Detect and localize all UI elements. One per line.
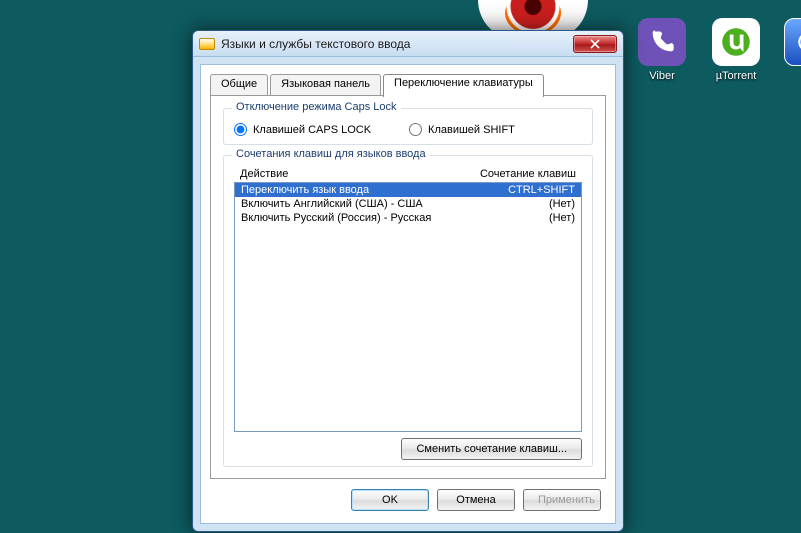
titlebar[interactable]: Языки и службы текстового ввода bbox=[193, 31, 623, 57]
text-services-dialog: Языки и службы текстового ввода Общие Яз… bbox=[192, 30, 624, 532]
tab-strip: Общие Языковая панель Переключение клави… bbox=[210, 74, 606, 96]
apply-button[interactable]: Применить bbox=[523, 489, 601, 511]
utorrent-icon bbox=[712, 18, 760, 66]
hotkey-action: Включить Русский (Россия) - Русская bbox=[241, 212, 549, 224]
radio-shift[interactable]: Клавишей SHIFT bbox=[409, 123, 515, 136]
radio-shift-input[interactable] bbox=[409, 123, 422, 136]
daemon-icon bbox=[784, 18, 801, 66]
tab-language-bar[interactable]: Языковая панель bbox=[270, 74, 381, 96]
desktop-icon-viber[interactable]: Viber bbox=[632, 18, 692, 82]
radio-shift-label: Клавишей SHIFT bbox=[428, 124, 515, 136]
hotkey-action: Переключить язык ввода bbox=[241, 184, 508, 196]
hotkey-combo: (Нет) bbox=[549, 212, 575, 224]
hotkey-row[interactable]: Переключить язык ввода CTRL+SHIFT bbox=[235, 183, 581, 197]
capslock-group: Отключение режима Caps Lock Клавишей CAP… bbox=[223, 108, 593, 145]
hotkey-action: Включить Английский (США) - США bbox=[241, 198, 549, 210]
desktop-icon-label: µTorrent bbox=[706, 70, 766, 82]
viber-icon bbox=[638, 18, 686, 66]
hotkeys-header: Действие Сочетание клавиш bbox=[234, 166, 582, 182]
radio-capslock-label: Клавишей CAPS LOCK bbox=[253, 124, 371, 136]
hotkey-combo: CTRL+SHIFT bbox=[508, 184, 575, 196]
hotkey-row[interactable]: Включить Английский (США) - США (Нет) bbox=[235, 197, 581, 211]
hotkey-row[interactable]: Включить Русский (Россия) - Русская (Нет… bbox=[235, 211, 581, 225]
desktop-icon-label: Viber bbox=[632, 70, 692, 82]
hotkey-combo: (Нет) bbox=[549, 198, 575, 210]
app-icon bbox=[199, 38, 215, 50]
desktop-icon-label: DT bbox=[778, 70, 801, 94]
hotkeys-list[interactable]: Переключить язык ввода CTRL+SHIFT Включи… bbox=[234, 182, 582, 432]
tab-pane-keyboard: Отключение режима Caps Lock Клавишей CAP… bbox=[210, 95, 606, 479]
ok-button[interactable]: OK bbox=[351, 489, 429, 511]
tab-keyboard-switching[interactable]: Переключение клавиатуры bbox=[383, 74, 544, 97]
tab-general[interactable]: Общие bbox=[210, 74, 268, 96]
radio-capslock[interactable]: Клавишей CAPS LOCK bbox=[234, 123, 371, 136]
close-button[interactable] bbox=[573, 35, 617, 53]
change-hotkey-button[interactable]: Сменить сочетание клавиш... bbox=[401, 438, 582, 460]
hotkeys-legend: Сочетания клавиш для языков ввода bbox=[232, 148, 430, 160]
desktop-icon-daemon[interactable]: DT bbox=[778, 18, 801, 94]
dialog-buttons: OK Отмена Применить bbox=[351, 489, 601, 511]
hotkeys-group: Сочетания клавиш для языков ввода Действ… bbox=[223, 155, 593, 467]
radio-capslock-input[interactable] bbox=[234, 123, 247, 136]
capslock-legend: Отключение режима Caps Lock bbox=[232, 101, 401, 113]
col-combo: Сочетание клавиш bbox=[480, 168, 576, 180]
cancel-button[interactable]: Отмена bbox=[437, 489, 515, 511]
desktop-icon-utorrent[interactable]: µTorrent bbox=[706, 18, 766, 82]
window-title: Языки и службы текстового ввода bbox=[221, 37, 567, 51]
close-icon bbox=[590, 39, 600, 49]
col-action: Действие bbox=[240, 168, 480, 180]
